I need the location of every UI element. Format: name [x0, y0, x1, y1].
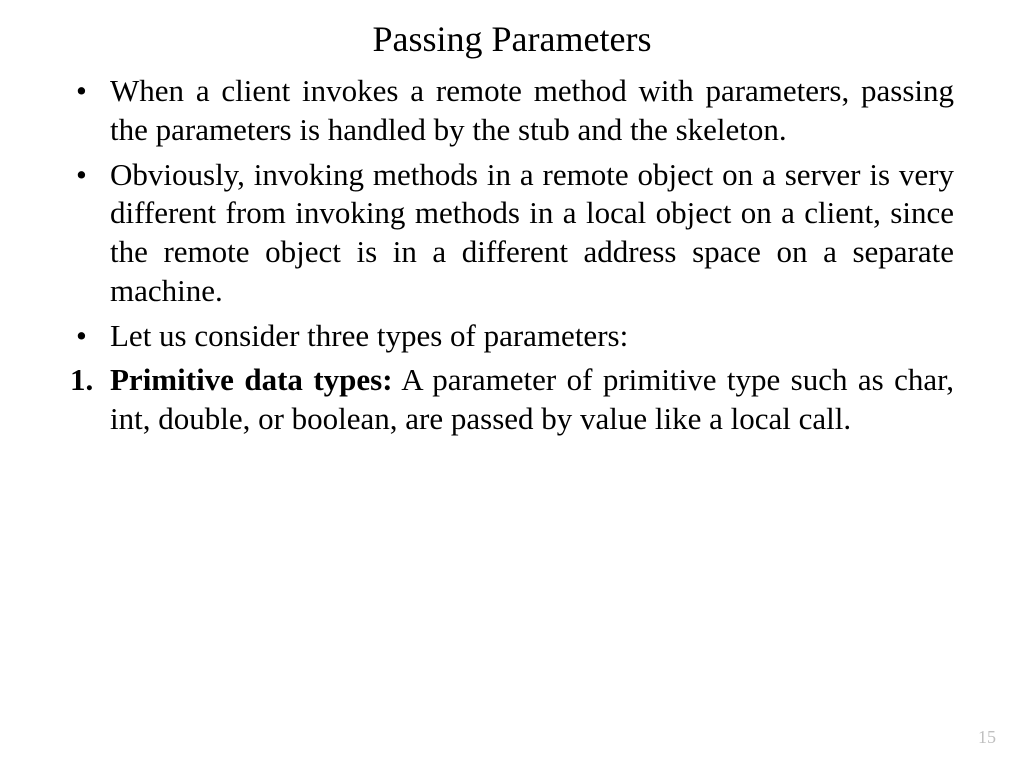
bullet-item: Obviously, invoking methods in a remote …: [110, 156, 954, 311]
slide-title: Passing Parameters: [40, 18, 984, 60]
numbered-item: Primitive data types: A parameter of pri…: [110, 361, 954, 439]
bullet-item: Let us consider three types of parameter…: [110, 317, 954, 356]
bullet-item: When a client invokes a remote method wi…: [110, 72, 954, 150]
numbered-list: Primitive data types: A parameter of pri…: [40, 361, 984, 439]
bullet-list: When a client invokes a remote method wi…: [40, 72, 984, 355]
page-number: 15: [978, 727, 996, 748]
numbered-lead: Primitive data types:: [110, 362, 393, 397]
slide: Passing Parameters When a client invokes…: [0, 0, 1024, 768]
